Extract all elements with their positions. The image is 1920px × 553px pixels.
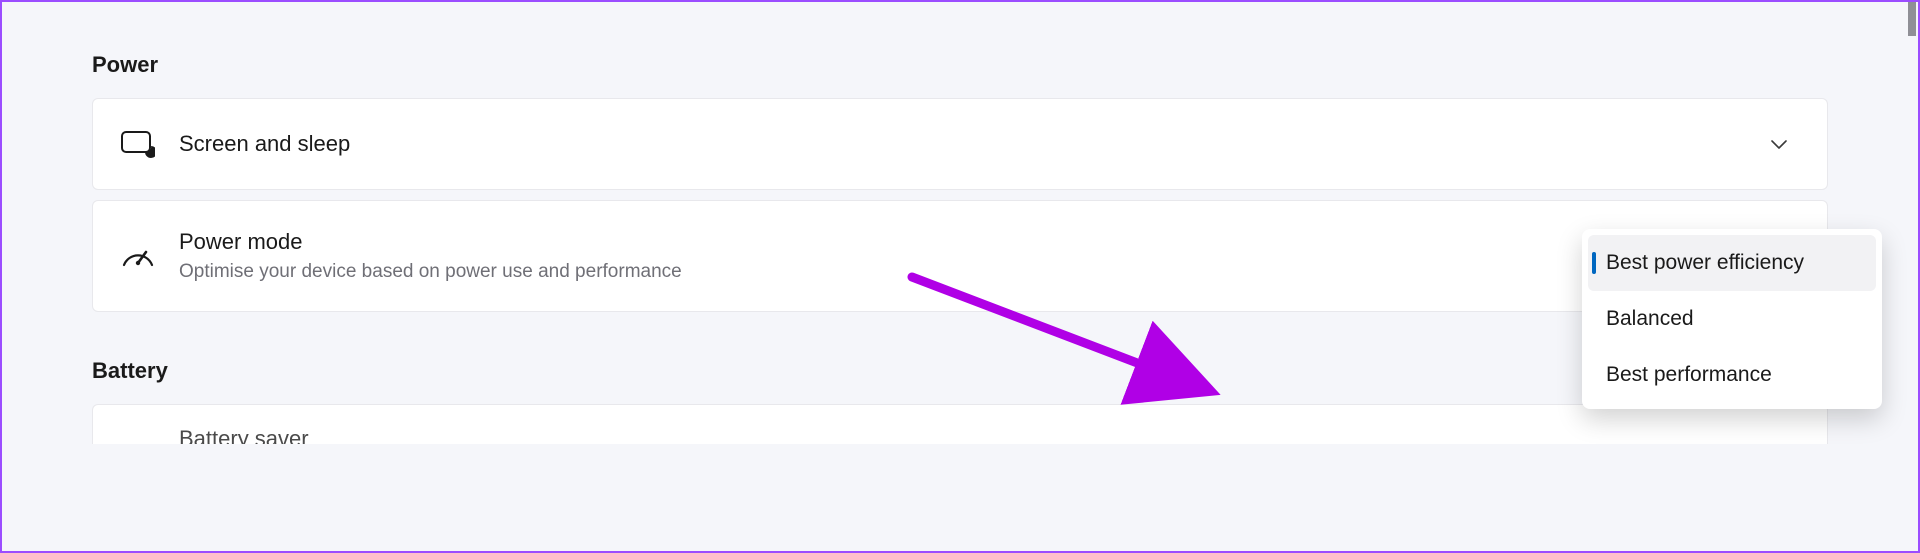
screen-sleep-icon: [121, 130, 165, 158]
battery-saver-title: Battery saver: [179, 426, 1791, 445]
section-heading-power: Power: [92, 52, 1828, 78]
card-text: Power mode Optimise your device based on…: [179, 229, 1791, 283]
power-mode-subtitle: Optimise your device based on power use …: [179, 261, 1791, 283]
chevron-down-icon: [1767, 132, 1791, 156]
scrollbar-track[interactable]: [1908, 2, 1916, 551]
battery-saver-row[interactable]: Battery saver: [92, 404, 1828, 444]
power-mode-icon: [121, 243, 165, 269]
card-text: Battery saver: [179, 426, 1791, 445]
dropdown-option-balanced[interactable]: Balanced: [1588, 291, 1876, 347]
power-mode-title: Power mode: [179, 229, 1791, 255]
section-heading-battery: Battery: [92, 358, 1828, 384]
screen-and-sleep-row[interactable]: Screen and sleep: [92, 98, 1828, 190]
dropdown-option-best-power-efficiency[interactable]: Best power efficiency: [1588, 235, 1876, 291]
card-text: Screen and sleep: [179, 131, 1767, 157]
screen-and-sleep-title: Screen and sleep: [179, 131, 1767, 157]
power-mode-row[interactable]: Power mode Optimise your device based on…: [92, 200, 1828, 312]
scrollbar-thumb[interactable]: [1908, 2, 1916, 36]
dropdown-option-best-performance[interactable]: Best performance: [1588, 347, 1876, 403]
power-mode-dropdown[interactable]: Best power efficiency Balanced Best perf…: [1582, 229, 1882, 409]
